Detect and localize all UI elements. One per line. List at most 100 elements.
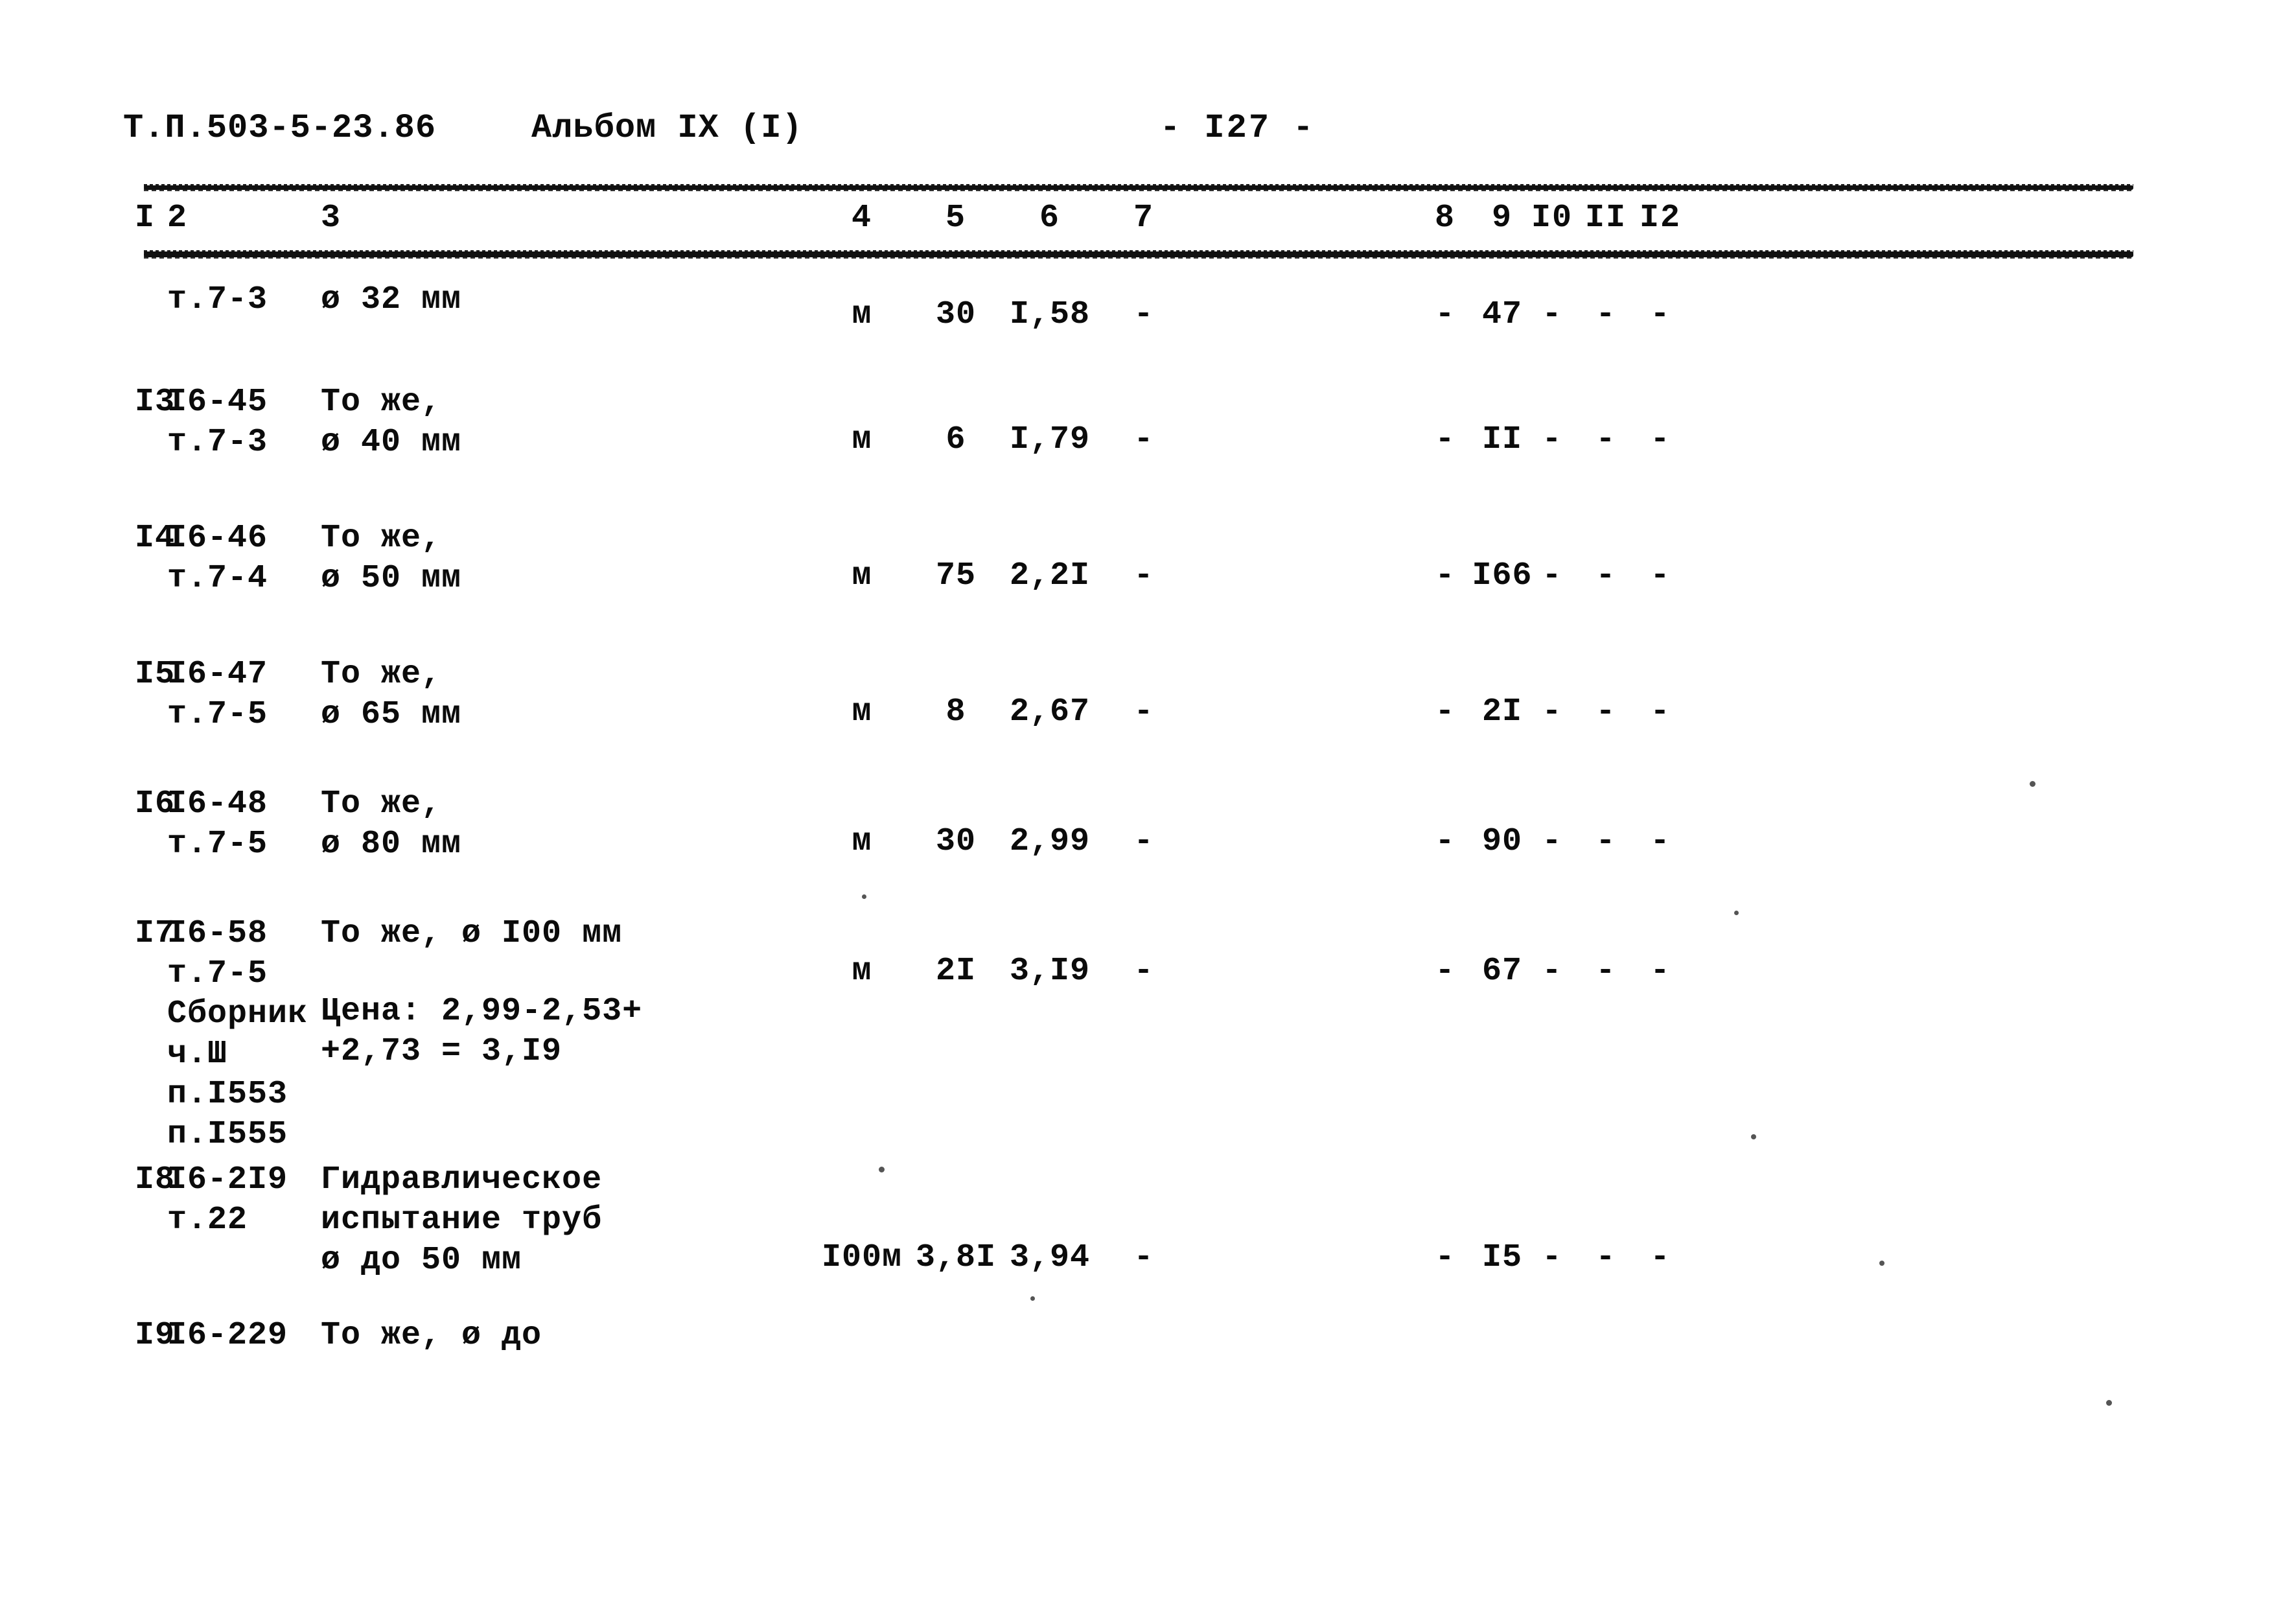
cell-r3-c3: То же, ø 65 мм	[321, 656, 462, 733]
scanned-page: Т.П.503-5-23.86 Альбом IX (I) - I27 - I2…	[0, 0, 2296, 1608]
cell-r1-c8: -	[1435, 421, 1455, 458]
cell-r5-c2: I6-58 т.7-5 Сборник ч.Ш п.I553 п.I555	[167, 915, 308, 1153]
cell-r3-c4: м	[852, 693, 872, 730]
cell-r1-c12: -	[1650, 421, 1671, 458]
cell-r5-c10: -	[1542, 953, 1562, 990]
column-header-5: 5	[945, 200, 967, 237]
cell-r0-c11: -	[1595, 296, 1616, 333]
cell-r5-c3: То же, ø I00 мм	[321, 915, 623, 952]
cell-r5-c6: 3,I9	[1009, 953, 1091, 990]
cell-r1-c4: м	[852, 421, 872, 458]
cell-r1-c5: 6	[945, 421, 966, 458]
cell-r4-c2: I6-48 т.7-5	[167, 786, 268, 863]
cell-r5-c8: -	[1435, 953, 1455, 990]
cell-r2-c9: I66	[1472, 557, 1533, 594]
cell-r4-c7: -	[1133, 823, 1154, 860]
cell-r2-c10: -	[1542, 557, 1562, 594]
column-header-9: 9	[1491, 200, 1513, 237]
cell-r3-c11: -	[1595, 693, 1616, 730]
cell-r6-c8: -	[1435, 1239, 1455, 1276]
cell-r6-c10: -	[1542, 1239, 1562, 1276]
cell-r4-c3: То же, ø 80 мм	[321, 786, 462, 863]
cell-r0-c8: -	[1435, 296, 1455, 333]
album-label: Альбом IX (I)	[531, 109, 803, 147]
cell-r4-c5: 30	[935, 823, 977, 860]
column-header-11: II	[1584, 200, 1627, 237]
cell-r5-c12: -	[1650, 953, 1671, 990]
document-code: Т.П.503-5-23.86	[123, 109, 437, 147]
cell-r3-c8: -	[1435, 693, 1455, 730]
cell-r2-c8: -	[1435, 557, 1455, 594]
cell-r2-c3: То же, ø 50 мм	[321, 520, 462, 597]
cell-r1-c6: I,79	[1009, 421, 1091, 458]
scan-speck	[2030, 781, 2035, 787]
scan-speck	[879, 1167, 885, 1172]
cell-r1-c7: -	[1133, 421, 1154, 458]
cell-r6-c11: -	[1595, 1239, 1616, 1276]
scan-speck	[1734, 911, 1739, 915]
cell-r4-c9: 90	[1481, 823, 1523, 860]
column-header-7: 7	[1133, 200, 1155, 237]
column-header-10: I0	[1531, 200, 1573, 237]
cell-r6-c5: 3,8I	[915, 1239, 997, 1276]
cell-r1-c10: -	[1542, 421, 1562, 458]
cell-r5-c9: 67	[1481, 953, 1523, 990]
cell-r3-c10: -	[1542, 693, 1562, 730]
cell-r3-c7: -	[1133, 693, 1154, 730]
cell-r4-c12: -	[1650, 823, 1671, 860]
column-header-2: 2	[167, 200, 189, 237]
scan-speck	[1030, 1296, 1035, 1301]
cell-r0-c12: -	[1650, 296, 1671, 333]
table-top-rule	[144, 184, 2133, 191]
cell-r4-c6: 2,99	[1009, 823, 1091, 860]
column-header-8: 8	[1434, 200, 1456, 237]
cell-r3-c5: 8	[945, 693, 966, 730]
cell-r3-c12: -	[1650, 693, 1671, 730]
cell-r1-c11: -	[1595, 421, 1616, 458]
cell-r0-c6: I,58	[1009, 296, 1091, 333]
cell-r1-c9: II	[1481, 421, 1523, 458]
cell-r2-c2: I6-46 т.7-4	[167, 520, 268, 597]
scan-speck	[862, 894, 866, 899]
cell-r6-c4: I00м	[821, 1239, 903, 1276]
column-header-3: 3	[321, 200, 342, 237]
cell-r3-c9: 2I	[1481, 693, 1523, 730]
cell-r2-c12: -	[1650, 557, 1671, 594]
cell-r5-c5: 2I	[935, 953, 977, 990]
cell-r7-c3: То же, ø до	[321, 1317, 542, 1354]
cell-r0-c7: -	[1133, 296, 1154, 333]
cell-r0-c10: -	[1542, 296, 1562, 333]
scan-speck	[1879, 1261, 1884, 1266]
cell-r6-c2: I6-2I9 т.22	[167, 1161, 288, 1239]
cell-r0-c3: ø 32 мм	[321, 281, 462, 318]
cell-r2-c11: -	[1595, 557, 1616, 594]
cell-r4-c10: -	[1542, 823, 1562, 860]
cell-r4-c8: -	[1435, 823, 1455, 860]
cell-r5-c11: -	[1595, 953, 1616, 990]
scan-speck	[1751, 1134, 1756, 1139]
column-header-6: 6	[1039, 200, 1061, 237]
cell-r7-c2: I6-229	[167, 1317, 288, 1354]
cell-r6-c7: -	[1133, 1239, 1154, 1276]
cell-r6-c9: I5	[1481, 1239, 1523, 1276]
page-number: - I27 -	[1160, 109, 1316, 147]
cell-r0-c9: 47	[1481, 296, 1523, 333]
cell-r2-c4: м	[852, 557, 872, 594]
cell-r4-c11: -	[1595, 823, 1616, 860]
cell-r0-c5: 30	[935, 296, 977, 333]
cell-r5-c4: м	[852, 953, 872, 990]
cell-r0-c2: т.7-3	[167, 281, 268, 318]
cell-r4-c4: м	[852, 823, 872, 860]
cell-r0-c4: м	[852, 296, 872, 333]
cell-r3-c2: I6-47 т.7-5	[167, 656, 268, 733]
cell-r2-c6: 2,2I	[1009, 557, 1091, 594]
cell-r1-c2: I6-45 т.7-3	[167, 384, 268, 461]
cell-r6-c3: Гидравлическое испытание труб ø до 50 мм	[321, 1161, 603, 1279]
scan-speck	[2106, 1400, 2112, 1406]
cell-r2-c5: 75	[935, 557, 977, 594]
cell-r5-c7: -	[1133, 953, 1154, 990]
column-header-12: I2	[1639, 200, 1682, 237]
cell-r5-c3-note: Цена: 2,99-2,53+ +2,73 = 3,I9	[321, 993, 643, 1070]
cell-r3-c6: 2,67	[1009, 693, 1091, 730]
cell-r1-c3: То же, ø 40 мм	[321, 384, 462, 461]
